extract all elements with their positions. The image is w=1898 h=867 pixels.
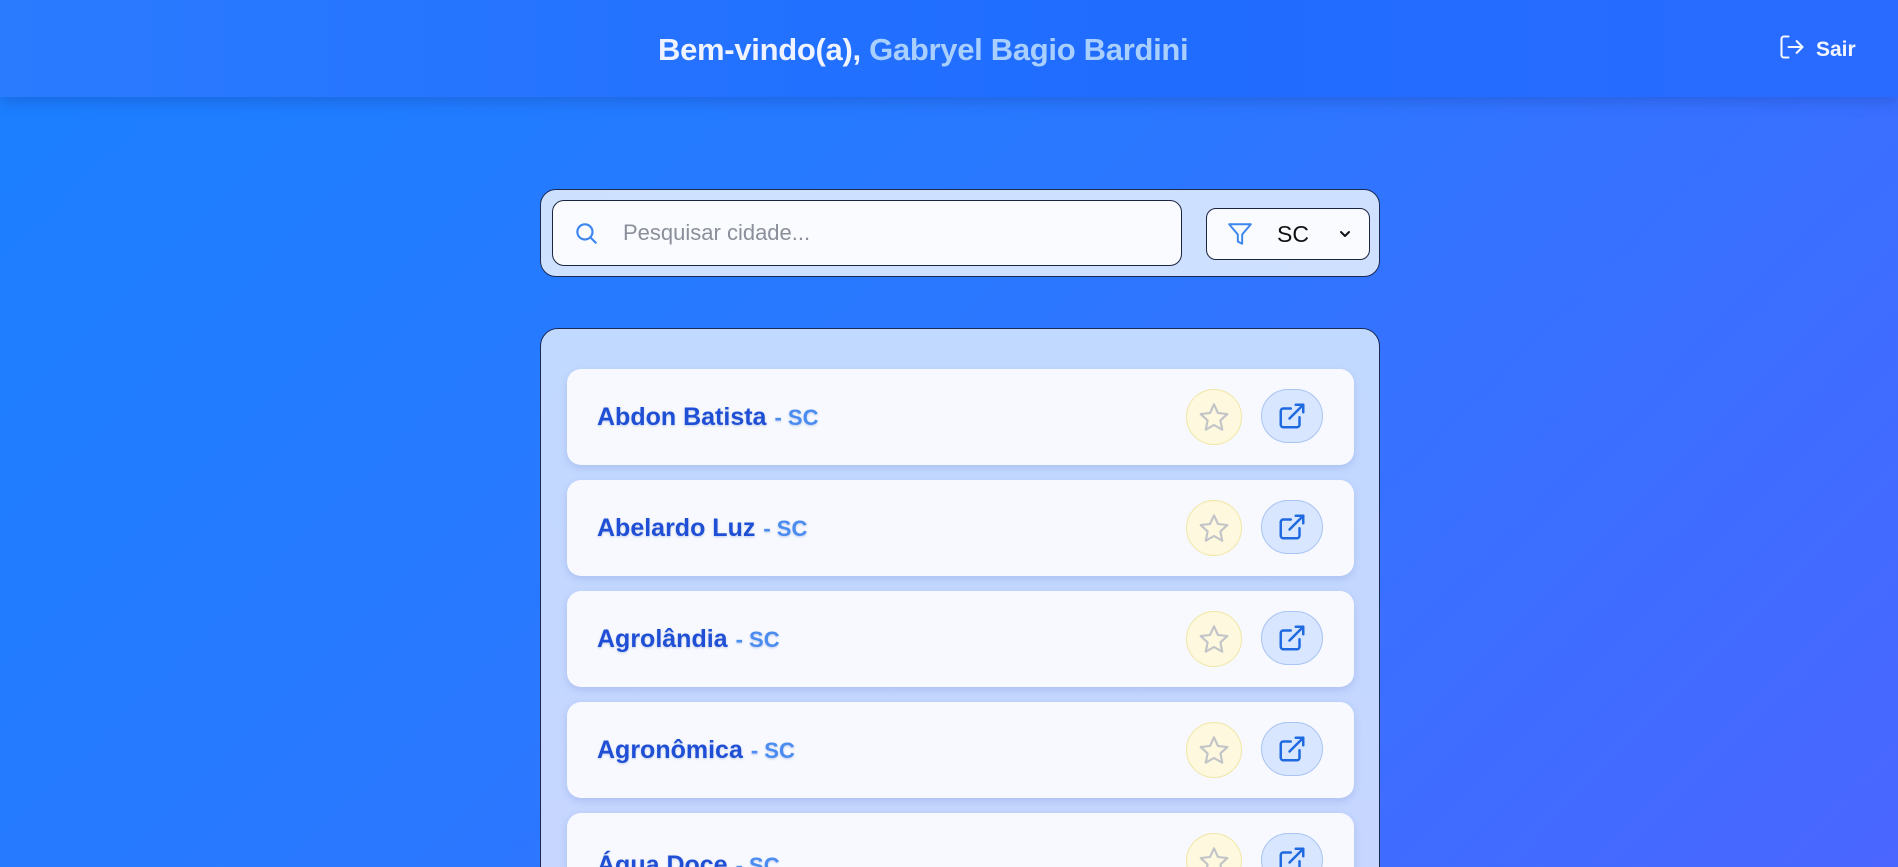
search-panel: SC [540,189,1380,277]
city-name-text: Agronômica [597,736,743,764]
favorite-button[interactable] [1186,833,1242,867]
search-box [552,200,1182,266]
greeting-prefix: Bem-vindo(a), [658,32,870,67]
city-uf: - SC [735,627,780,652]
list-item: Agronômica - SC [567,702,1354,798]
open-city-button[interactable] [1261,722,1323,776]
star-icon [1199,514,1229,542]
list-item: Abdon Batista - SC [567,369,1354,465]
state-filter-value: SC [1277,220,1309,247]
city-name: Água Doce - SC [597,851,780,867]
logout-button[interactable]: Sair [1778,34,1856,66]
favorite-button[interactable] [1186,389,1242,445]
city-uf: - SC [774,405,819,430]
top-bar: Bem-vindo(a), Gabryel Bagio Bardini Sair [0,0,1898,97]
city-name: Abelardo Luz - SC [597,514,807,543]
search-icon [573,220,599,246]
external-link-icon [1279,625,1305,651]
star-icon [1199,847,1229,867]
city-uf: - SC [735,853,780,867]
favorite-button[interactable] [1186,500,1242,556]
open-city-button[interactable] [1261,500,1323,554]
logout-icon [1778,33,1806,67]
city-name-text: Abelardo Luz [597,514,756,542]
favorite-button[interactable] [1186,611,1242,667]
star-icon [1199,736,1229,764]
star-icon [1199,403,1229,431]
city-uf: - SC [750,738,795,763]
star-icon [1199,625,1229,653]
external-link-icon [1279,514,1305,540]
list-item: Agrolândia - SC [567,591,1354,687]
state-filter-select[interactable]: SC [1206,208,1370,260]
open-city-button[interactable] [1261,833,1323,867]
list-item: Água Doce - SC [567,813,1354,867]
external-link-icon [1279,847,1305,867]
city-uf: - SC [763,516,808,541]
list-item: Abelardo Luz - SC [567,480,1354,576]
city-name-text: Água Doce [597,851,728,867]
city-name-text: Agrolândia [597,625,728,653]
greeting: Bem-vindo(a), Gabryel Bagio Bardini [658,32,1189,68]
user-name: Gabryel Bagio Bardini [869,32,1189,67]
logout-label: Sair [1816,38,1856,61]
open-city-button[interactable] [1261,611,1323,665]
city-name-text: Abdon Batista [597,403,767,431]
external-link-icon [1279,736,1305,762]
external-link-icon [1279,403,1305,429]
search-input[interactable] [623,220,1163,246]
city-list: Abdon Batista - SC Abelardo Luz - SC Agrol… [540,328,1380,867]
open-city-button[interactable] [1261,389,1323,443]
favorite-button[interactable] [1186,722,1242,778]
city-name: Agronômica - SC [597,736,795,765]
city-name: Abdon Batista - SC [597,403,818,432]
chevron-down-icon [1337,226,1353,242]
city-name: Agrolândia - SC [597,625,780,654]
filter-icon [1227,221,1253,247]
